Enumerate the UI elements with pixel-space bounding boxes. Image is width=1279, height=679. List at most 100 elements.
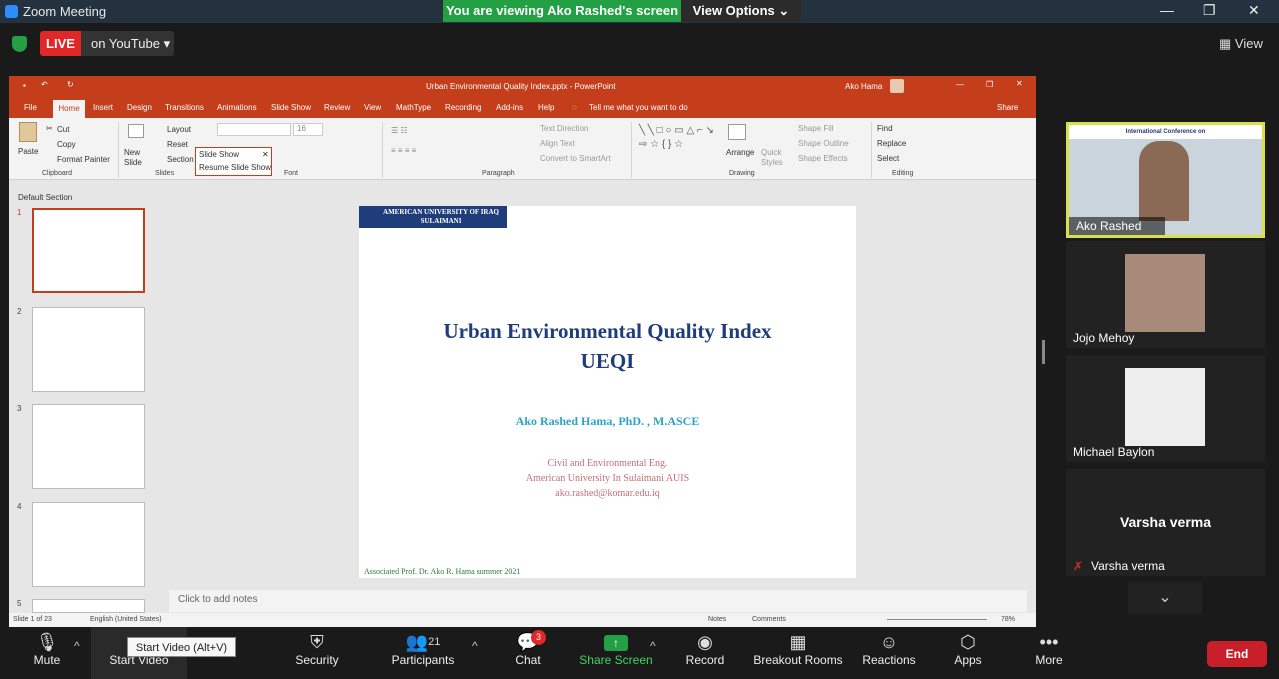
slide-affiliation[interactable]: Civil and Environmental Eng. American Un… — [359, 456, 856, 501]
apps-button[interactable]: ⬡ Apps — [946, 627, 990, 679]
resume-slide-show-option[interactable]: Resume Slide Show — [199, 163, 271, 172]
slide-title[interactable]: Urban Environmental Quality Index UEQI — [359, 316, 856, 376]
quick-styles-button[interactable]: Quick Styles — [761, 148, 787, 168]
shape-outline-button[interactable]: Shape Outline — [798, 139, 849, 148]
language-status[interactable]: English (United States) — [90, 616, 162, 623]
slide-thumbnail-1[interactable] — [32, 208, 145, 293]
slide-footer[interactable]: Associated Prof. Dr. Ako R. Hama summer … — [364, 567, 520, 576]
slide-thumbnail-4[interactable] — [32, 502, 145, 587]
redo-icon[interactable]: ↻ — [67, 80, 74, 89]
slide-thumbnail-2[interactable] — [32, 307, 145, 392]
text-direction-button[interactable]: Text Direction — [540, 124, 588, 133]
tab-slide-show[interactable]: Slide Show — [271, 103, 311, 112]
share-screen-button[interactable]: ↑ Share Screen — [576, 627, 656, 679]
minimize-icon[interactable]: — — [1160, 2, 1174, 18]
caret-up-icon[interactable]: ^ — [650, 639, 656, 653]
select-button[interactable]: Select — [877, 154, 899, 163]
new-slide-icon[interactable] — [128, 124, 144, 138]
participant-tile[interactable]: Jojo Mehoy — [1066, 241, 1265, 348]
convert-smartart-button[interactable]: Convert to SmartArt — [540, 154, 611, 163]
section-button[interactable]: Section — [167, 155, 194, 164]
tab-mathtype[interactable]: MathType — [396, 103, 431, 112]
comments-button[interactable]: Comments — [752, 616, 786, 623]
end-meeting-button[interactable]: End — [1207, 641, 1267, 667]
caret-up-icon[interactable]: ^ — [472, 639, 478, 653]
align-text-button[interactable]: Align Text — [540, 139, 575, 148]
restore-icon[interactable]: ❐ — [986, 80, 993, 89]
paste-button[interactable]: Paste — [18, 147, 38, 156]
cut-button[interactable]: Cut — [57, 125, 69, 134]
shape-effects-button[interactable]: Shape Effects — [798, 154, 848, 163]
slide-thumbnail-5[interactable] — [32, 599, 145, 613]
tab-recording[interactable]: Recording — [445, 103, 481, 112]
chevron-down-icon[interactable]: ⌄ — [1128, 582, 1202, 614]
reactions-button[interactable]: ☺ Reactions — [859, 627, 919, 679]
restore-icon[interactable]: ❐ — [1203, 2, 1216, 19]
more-button[interactable]: ••• More — [1027, 627, 1071, 679]
format-painter-button[interactable]: Format Painter — [57, 155, 110, 164]
panel-resize-handle[interactable] — [1042, 340, 1045, 364]
shape-fill-button[interactable]: Shape Fill — [798, 124, 834, 133]
zoom-level[interactable]: 78% — [1001, 616, 1015, 623]
caret-up-icon[interactable]: ^ — [74, 639, 80, 653]
encryption-shield-icon[interactable] — [12, 36, 27, 52]
close-icon[interactable]: ✕ — [1248, 2, 1260, 19]
shapes-gallery[interactable]: ╲ ╲ □ ○ ▭ △ ⌐ ↘ ⇨ ☆ { } ☆ — [639, 124, 719, 152]
live-badge[interactable]: LIVE — [40, 31, 81, 56]
paste-icon[interactable] — [19, 122, 37, 142]
minimize-icon[interactable]: — — [956, 80, 964, 89]
avatar[interactable] — [890, 79, 904, 93]
security-button[interactable]: ⛨ Security — [287, 627, 347, 679]
slide-show-dropdown[interactable]: Slide Show Resume Slide Show ✕ — [195, 147, 272, 176]
participant-tile[interactable]: International Conference on Ako Rashed — [1066, 122, 1265, 238]
scissors-icon[interactable]: ✂ — [46, 124, 53, 133]
undo-icon[interactable]: ↶ — [41, 80, 48, 89]
zoom-slider[interactable] — [887, 619, 987, 620]
close-icon[interactable]: ✕ — [262, 150, 269, 159]
save-icon[interactable]: ▪ — [23, 81, 26, 90]
default-section-label[interactable]: Default Section — [18, 193, 72, 202]
record-button[interactable]: ◉ Record — [682, 627, 728, 679]
tab-file[interactable]: File — [24, 103, 37, 112]
tab-add-ins[interactable]: Add-ins — [496, 103, 523, 112]
arrange-button[interactable]: Arrange — [726, 148, 754, 157]
share-button[interactable]: Share — [997, 103, 1018, 112]
notes-pane[interactable]: Click to add notes — [169, 590, 1027, 612]
new-slide-button[interactable]: New Slide — [124, 148, 152, 168]
tab-insert[interactable]: Insert — [93, 103, 113, 112]
slide-author[interactable]: Ako Rashed Hama, PhD. , M.ASCE — [359, 414, 856, 429]
tab-view[interactable]: View — [364, 103, 381, 112]
view-button[interactable]: ▦ View — [1219, 33, 1271, 55]
ppt-user-name[interactable]: Ako Hama — [845, 82, 882, 91]
font-name-field[interactable] — [217, 123, 291, 136]
tab-home[interactable]: Home — [53, 100, 85, 118]
slide-thumbnail-3[interactable] — [32, 404, 145, 489]
mute-button[interactable]: 🎙 Mute — [22, 627, 72, 679]
replace-button[interactable]: Replace — [877, 139, 906, 148]
tab-review[interactable]: Review — [324, 103, 350, 112]
tell-me-search[interactable]: Tell me what you want to do — [589, 103, 688, 112]
reset-button[interactable]: Reset — [167, 140, 188, 149]
copy-button[interactable]: Copy — [57, 140, 76, 149]
participant-name: Jojo Mehoy — [1073, 331, 1135, 345]
tab-transitions[interactable]: Transitions — [165, 103, 204, 112]
slide-show-option[interactable]: Slide Show — [199, 150, 239, 159]
tab-animations[interactable]: Animations — [217, 103, 257, 112]
slide-canvas[interactable]: AMERICAN UNIVERSITY OF IRAQ SULAIMANI Ur… — [359, 206, 856, 578]
view-options-button[interactable]: View Options ⌄ — [681, 0, 801, 22]
find-button[interactable]: Find — [877, 124, 893, 133]
participant-tile[interactable]: Varsha verma ✗ Varsha verma — [1066, 469, 1265, 576]
participants-button[interactable]: 👥21 Participants — [387, 627, 459, 679]
align-icon[interactable]: ≡ ≡ ≡ ≡ — [391, 146, 416, 155]
live-target-dropdown[interactable]: on YouTube ▾ — [81, 31, 174, 56]
breakout-rooms-button[interactable]: ▦ Breakout Rooms — [752, 627, 844, 679]
tab-design[interactable]: Design — [127, 103, 152, 112]
notes-button[interactable]: Notes — [708, 616, 726, 623]
participant-tile[interactable]: Michael Baylon — [1066, 355, 1265, 462]
tab-help[interactable]: Help — [538, 103, 554, 112]
layout-button[interactable]: Layout — [167, 125, 191, 134]
arrange-icon[interactable] — [728, 124, 746, 140]
close-icon[interactable]: ✕ — [1016, 79, 1023, 88]
bullets-icon[interactable]: ☰ ☷ — [391, 126, 408, 135]
font-size-field[interactable]: 16 — [293, 123, 323, 136]
